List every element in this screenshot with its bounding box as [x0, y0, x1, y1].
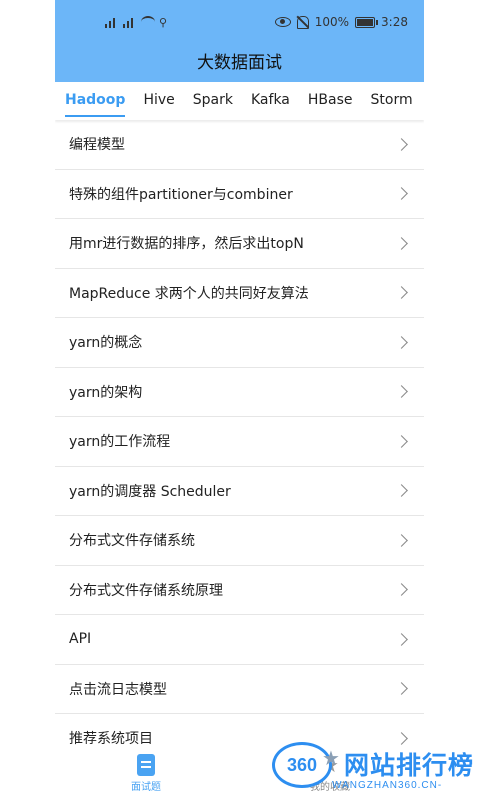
list-item[interactable]: yarn的架构 [55, 368, 424, 417]
list-item[interactable]: yarn的概念 [55, 318, 424, 368]
signal-icon [105, 16, 119, 28]
tab-hbase[interactable]: HBase [299, 82, 362, 120]
wifi-icon [141, 16, 155, 28]
chevron-right-icon [395, 632, 408, 646]
list-item[interactable]: 点击流日志模型 [55, 665, 424, 714]
nav-questions-label: 面试题 [131, 782, 161, 793]
tab-storm[interactable]: Storm [362, 82, 422, 120]
list-item-label: 点击流日志模型 [69, 681, 167, 698]
chevron-right-icon [395, 187, 408, 201]
chevron-right-icon [395, 137, 408, 151]
status-right: 100% 3:28 [274, 12, 408, 32]
clock: 3:28 [381, 15, 408, 29]
chevron-right-icon [395, 484, 408, 498]
list-item[interactable]: 分布式文件存储系统 [55, 516, 424, 566]
mute-bell-icon [296, 15, 309, 29]
list-item-label: MapReduce 求两个人的共同好友算法 [69, 285, 309, 302]
chevron-right-icon [395, 286, 408, 300]
chevron-right-icon [395, 236, 408, 250]
page-title: 大数据面试 [197, 53, 282, 73]
battery-icon [355, 16, 379, 28]
watermark-subtext: WANGZHAN360.CN- [332, 780, 443, 791]
app-screen: ⚲ 100% 3:28 大数据面试 Hadoop Hive Spark Kafka HB… [55, 0, 424, 800]
list-item-label: 编程模型 [69, 137, 125, 154]
list-item-label: 推荐系统项目 [69, 731, 153, 748]
tab-hive[interactable]: Hive [134, 82, 183, 120]
chevron-right-icon [395, 533, 408, 547]
app-bar: ⚲ 100% 3:28 大数据面试 [55, 0, 424, 82]
list-item-label: yarn的概念 [69, 335, 143, 352]
tab-spark[interactable]: Spark [184, 82, 242, 120]
list-item[interactable]: 特殊的组件partitioner与combiner [55, 170, 424, 219]
chevron-right-icon [395, 583, 408, 597]
list-item-label: yarn的调度器 Scheduler [69, 483, 231, 500]
watermark-text: 网站排行榜 [344, 751, 475, 780]
list-item-label: 用mr进行数据的排序，然后求出topN [69, 236, 304, 253]
list-item-label: 分布式文件存储系统原理 [69, 582, 223, 599]
list-item-label: yarn的工作流程 [69, 434, 171, 451]
list-item[interactable]: MapReduce 求两个人的共同好友算法 [55, 269, 424, 318]
question-list: 编程模型特殊的组件partitioner与combiner 用mr进行数据的排序，… [55, 120, 424, 764]
document-icon [137, 754, 155, 776]
list-item-label: 特殊的组件partitioner与combiner [69, 186, 293, 203]
chevron-right-icon [395, 682, 408, 696]
battery-percent: 100% [314, 15, 350, 29]
list-item[interactable]: 编程模型 [55, 120, 424, 170]
list-item-label: 分布式文件存储系统 [69, 533, 195, 550]
list-item-label: API [69, 631, 92, 648]
watermark-star-icon: ★ [322, 746, 340, 770]
watermark: 360 ★ 网站排行榜 WANGZHAN360.CN- [272, 740, 480, 798]
status-left: ⚲ [105, 12, 167, 32]
tab-hadoop[interactable]: Hadoop [55, 82, 134, 120]
eye-icon [274, 17, 291, 27]
usb-icon: ⚲ [159, 15, 168, 29]
list-item[interactable]: 用mr进行数据的排序，然后求出topN [55, 219, 424, 269]
list-item-label: yarn的架构 [69, 384, 143, 401]
list-item[interactable]: yarn的调度器 Scheduler [55, 467, 424, 516]
status-bar: ⚲ 100% 3:28 [55, 12, 424, 32]
list-item[interactable]: API [55, 615, 424, 665]
chevron-right-icon [395, 335, 408, 349]
chevron-right-icon [395, 434, 408, 448]
signal-icon [123, 16, 137, 28]
nav-questions[interactable]: 面试题 [111, 754, 181, 793]
chevron-right-icon [395, 385, 408, 399]
list-item[interactable]: yarn的工作流程 [55, 417, 424, 467]
list-item[interactable]: 分布式文件存储系统原理 [55, 566, 424, 615]
tab-kafka[interactable]: Kafka [242, 82, 299, 120]
category-tabs: Hadoop Hive Spark Kafka HBase Storm [55, 82, 424, 120]
